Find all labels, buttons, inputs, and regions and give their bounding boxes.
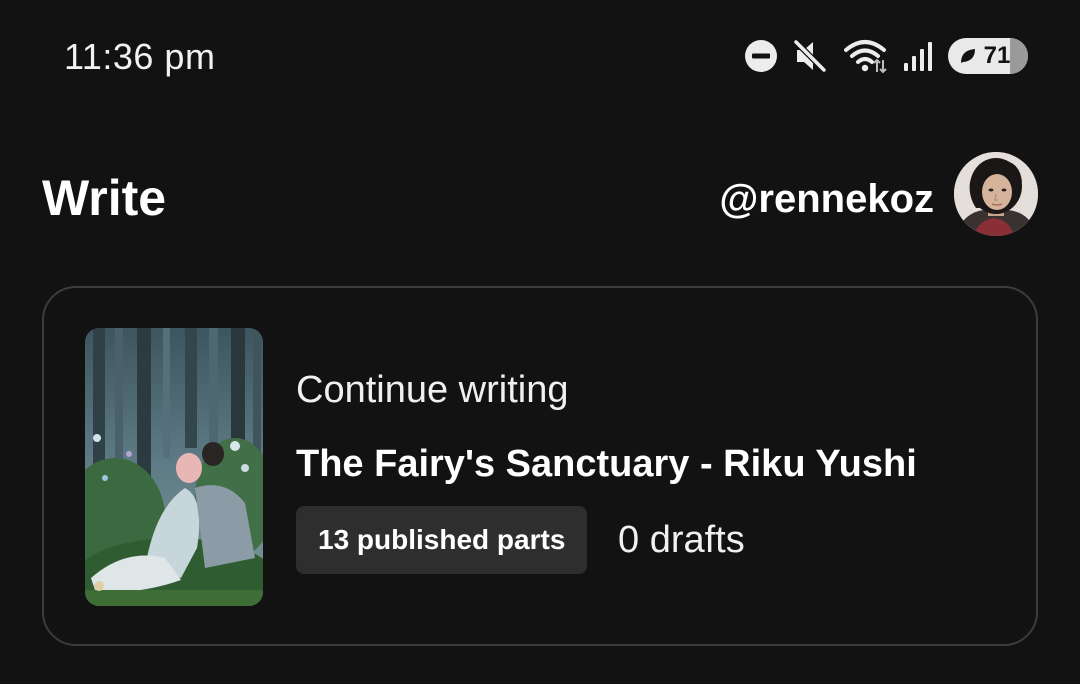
continue-writing-card[interactable]: Continue writing The Fairy's Sanctuary -… [42, 286, 1038, 646]
battery-indicator: 71 [948, 38, 1028, 74]
published-parts-badge[interactable]: 13 published parts [296, 506, 588, 574]
username-link[interactable]: @rennekoz [719, 176, 934, 222]
wifi-icon [844, 38, 888, 74]
status-time: 11:36 pm [64, 36, 216, 77]
page-header: Write @rennekoz [0, 150, 1080, 242]
story-title[interactable]: The Fairy's Sanctuary - Riku Yushi [296, 442, 917, 486]
do-not-disturb-icon [744, 39, 778, 73]
continue-writing-label: Continue writing [296, 369, 569, 411]
avatar[interactable] [954, 152, 1038, 236]
mute-icon [792, 38, 830, 74]
status-icons: 71 [744, 36, 1028, 76]
page-title: Write [42, 170, 167, 226]
signal-icon [902, 39, 934, 73]
app-screen: 11:36 pm 71 Write @rennekoz Continue wri… [0, 0, 1080, 684]
battery-level: 71 [983, 42, 1011, 69]
status-bar: 11:36 pm 71 [0, 0, 1080, 112]
published-parts-label: 13 published parts [318, 524, 566, 555]
drafts-count[interactable]: 0 drafts [618, 518, 745, 562]
story-cover-image[interactable] [85, 328, 263, 606]
